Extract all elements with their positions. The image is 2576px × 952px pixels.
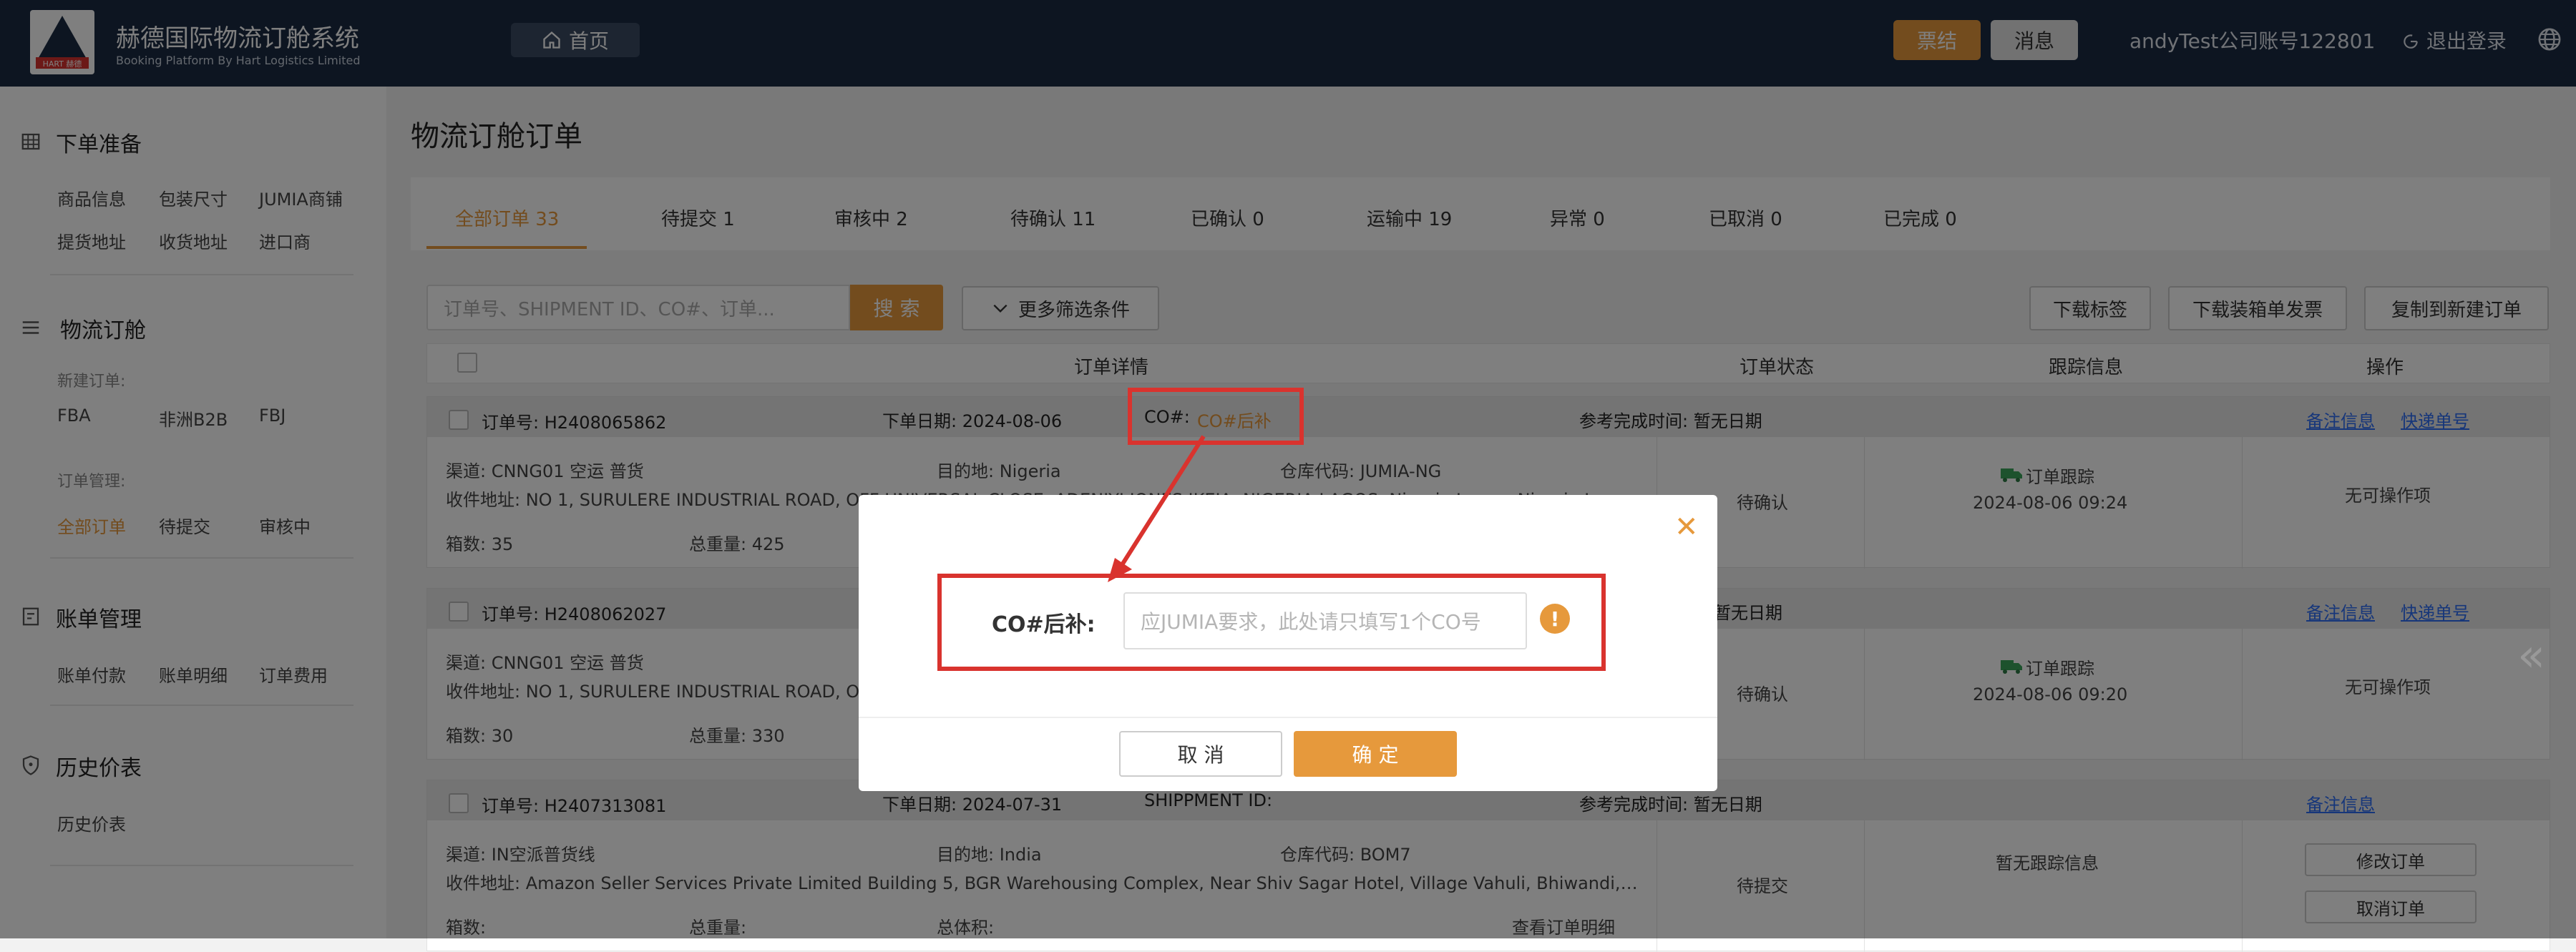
modal-overlay[interactable] xyxy=(0,0,2576,938)
cancel-button[interactable]: 取 消 xyxy=(1119,731,1282,777)
annotation-box-field xyxy=(937,574,1606,671)
collapse-panel-icon[interactable]: « xyxy=(2517,629,2545,682)
close-icon[interactable]: ✕ xyxy=(1674,511,1699,544)
confirm-button[interactable]: 确 定 xyxy=(1294,731,1457,777)
dialog-divider xyxy=(859,717,1717,718)
annotation-arrow xyxy=(1108,435,1206,582)
